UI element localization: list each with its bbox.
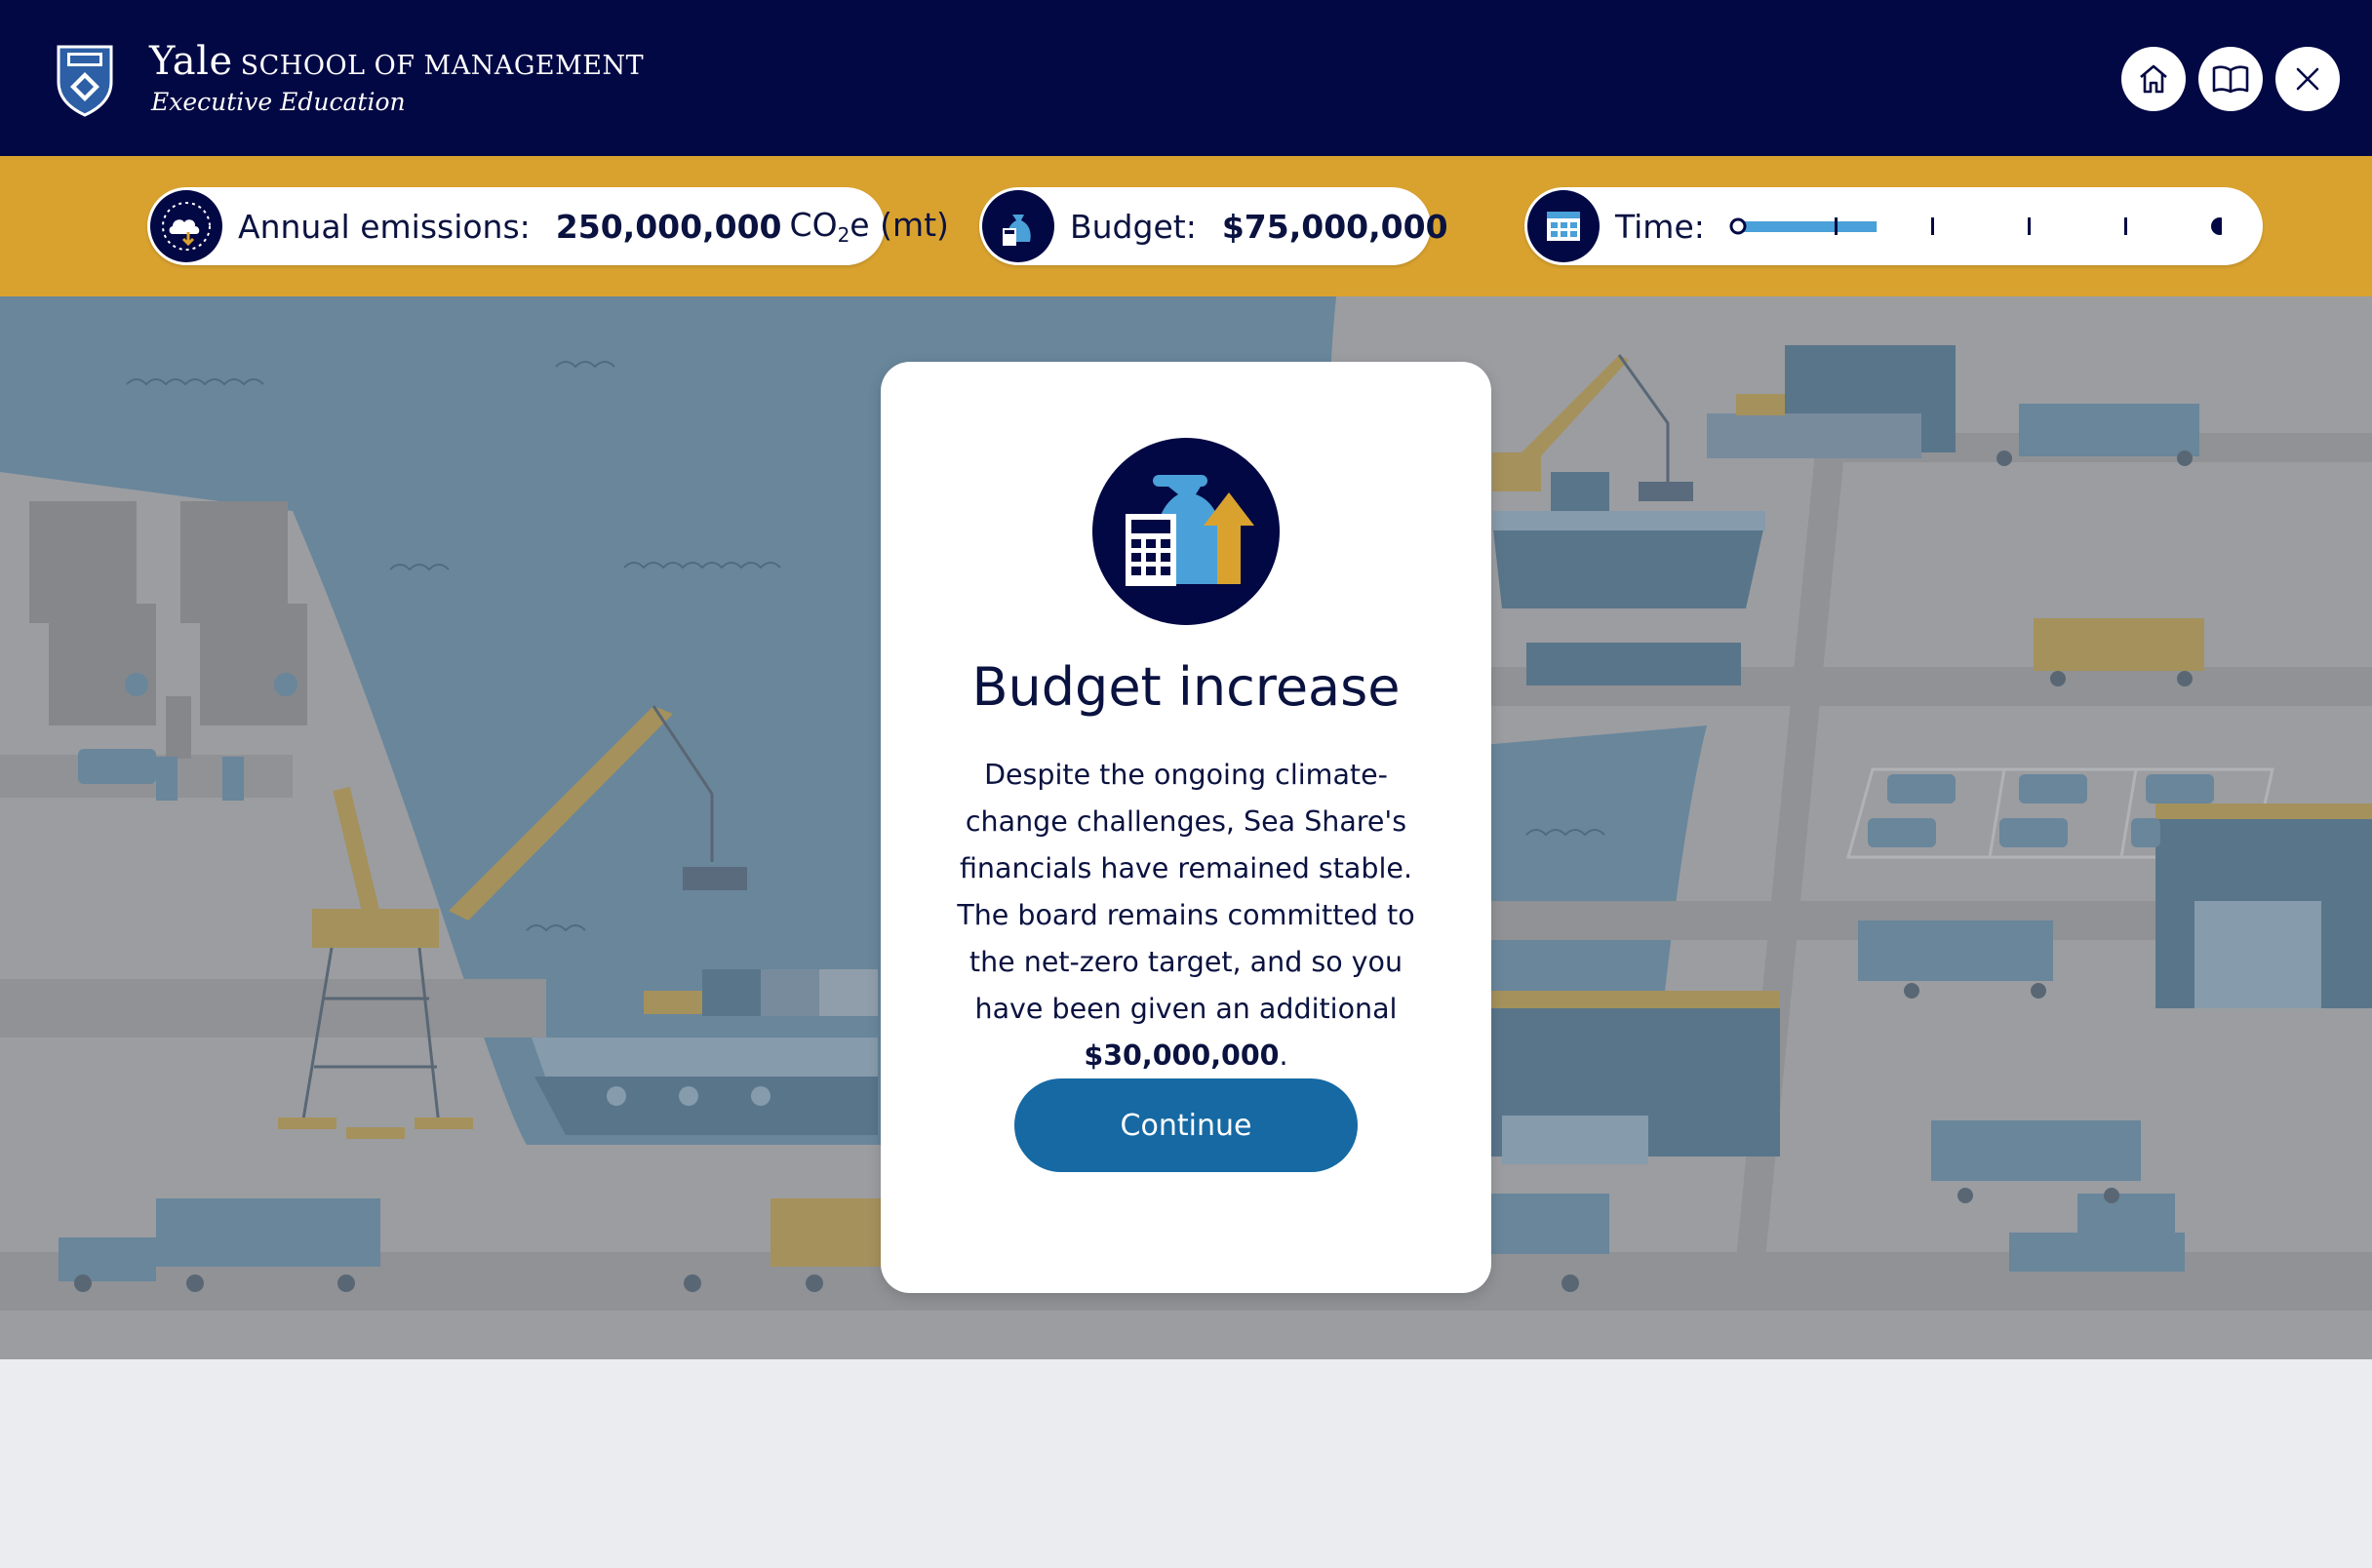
dialog-title: Budget increase bbox=[971, 656, 1401, 718]
yale-shield-logo bbox=[57, 45, 113, 117]
time-progress-fill bbox=[1738, 221, 1878, 232]
emissions-unit: CO2e (mt) bbox=[789, 206, 949, 247]
close-button[interactable] bbox=[2275, 47, 2340, 111]
time-tick bbox=[1931, 217, 1934, 235]
brand-subtitle: Executive Education bbox=[151, 88, 406, 116]
time-tick bbox=[2124, 217, 2127, 235]
time-end-marker bbox=[2211, 217, 2222, 235]
dialog-body-amount: $30,000,000 bbox=[1084, 1039, 1280, 1072]
brand-name: Yale bbox=[149, 39, 233, 84]
emissions-label: Annual emissions: bbox=[238, 207, 531, 246]
app-header: Yale SCHOOL OF MANAGEMENT Executive Educa… bbox=[0, 0, 2372, 156]
emissions-value: 250,000,000 bbox=[555, 207, 782, 246]
guide-button[interactable] bbox=[2198, 47, 2263, 111]
time-start-marker bbox=[1729, 217, 1747, 235]
time-label: Time: bbox=[1615, 207, 1705, 246]
brand-school: SCHOOL OF MANAGEMENT bbox=[240, 51, 645, 81]
budget-indicator: Budget: $75,000,000 bbox=[979, 187, 1448, 265]
time-indicator: Time: bbox=[1524, 187, 2263, 265]
emissions-cloud-icon bbox=[150, 190, 222, 262]
brand-title: Yale SCHOOL OF MANAGEMENT bbox=[149, 39, 644, 84]
continue-button[interactable]: Continue bbox=[1014, 1078, 1358, 1172]
budget-increase-icon bbox=[1092, 438, 1280, 625]
status-bar: Annual emissions: 250,000,000 CO2e (mt) … bbox=[0, 156, 2372, 296]
close-icon bbox=[2296, 67, 2319, 91]
emissions-indicator: Annual emissions: 250,000,000 CO2e (mt) bbox=[147, 187, 949, 265]
home-icon bbox=[2140, 64, 2167, 94]
book-icon bbox=[2212, 65, 2249, 94]
time-tick bbox=[1835, 217, 1838, 235]
time-progress-track bbox=[1729, 217, 2222, 235]
time-tick bbox=[2028, 217, 2031, 235]
calendar-icon bbox=[1527, 190, 1600, 262]
budget-label: Budget: bbox=[1070, 207, 1197, 246]
budget-moneybag-icon bbox=[982, 190, 1054, 262]
dialog-body-text: Despite the ongoing climate-change chall… bbox=[957, 759, 1415, 1025]
budget-value: $75,000,000 bbox=[1221, 207, 1448, 246]
dialog-body: Despite the ongoing climate-change chall… bbox=[957, 759, 1415, 1072]
home-button[interactable] bbox=[2121, 47, 2186, 111]
budget-increase-dialog: Budget increase Despite the ongoing clim… bbox=[881, 362, 1491, 1293]
